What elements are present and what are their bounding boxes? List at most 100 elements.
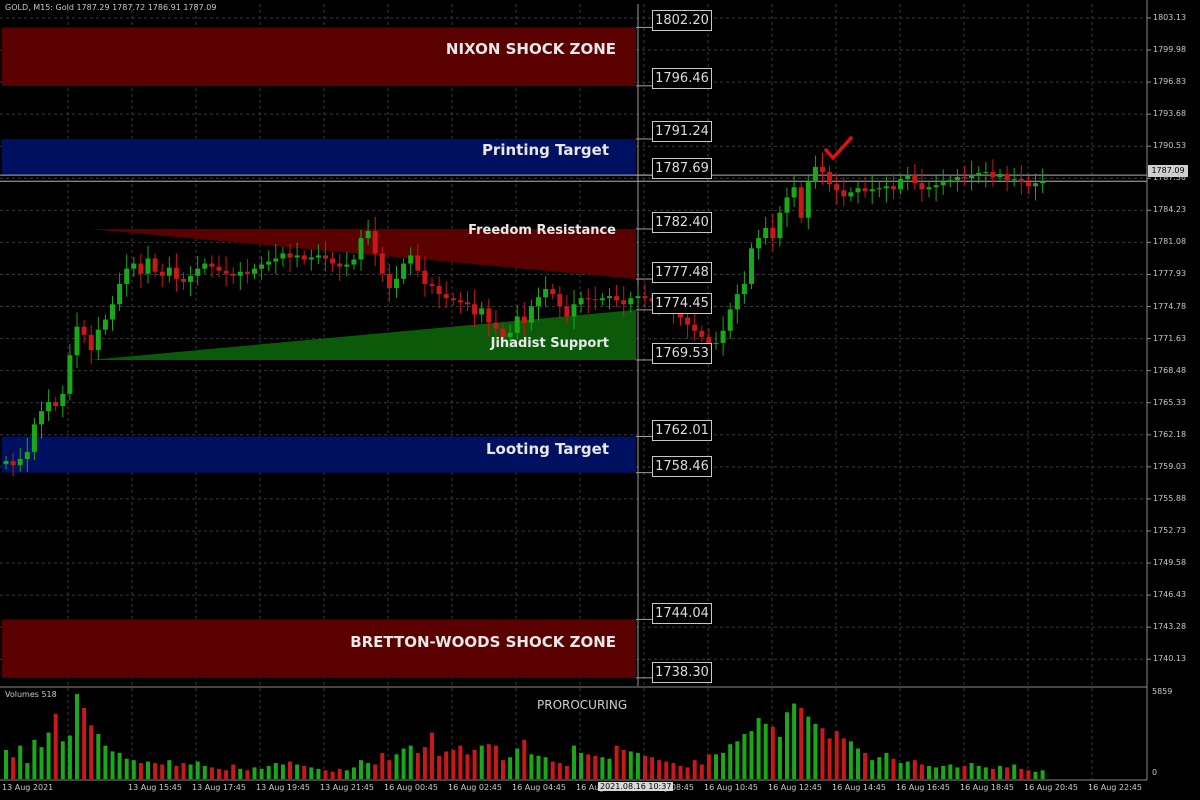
candle-body — [230, 273, 236, 276]
candle-body — [415, 255, 421, 271]
volume-bar — [572, 745, 576, 779]
volume-bar — [479, 745, 484, 779]
y-tick-label: 1768.48 — [1153, 365, 1187, 375]
candle-body — [95, 329, 101, 351]
candle-body — [273, 258, 279, 262]
checkmark-icon — [824, 136, 853, 160]
volume-bar — [415, 752, 420, 779]
volume-bar — [288, 761, 292, 779]
volume-bar — [25, 763, 30, 779]
x-tick-label: 16 Aug 18:45 — [960, 783, 1014, 792]
candle-body — [926, 187, 932, 190]
candle — [422, 256, 428, 297]
candle — [720, 316, 726, 356]
level-label[interactable]: 1802.20 — [652, 10, 712, 31]
candle-body — [749, 248, 754, 284]
volume-bar — [117, 752, 122, 779]
candle — [173, 253, 179, 292]
level-label[interactable]: 1777.48 — [652, 262, 712, 283]
volume-bar — [721, 752, 726, 779]
candle-body — [983, 171, 989, 173]
level-label[interactable]: 1769.53 — [652, 343, 712, 364]
candle-body — [337, 263, 343, 267]
candle — [869, 175, 875, 205]
x-tick-label: 16 Aug 16:45 — [896, 783, 950, 792]
candle — [905, 166, 911, 191]
candle — [969, 160, 975, 191]
level-label[interactable]: 1738.30 — [652, 662, 712, 683]
candle — [95, 317, 101, 360]
candle-body — [159, 271, 165, 276]
volume-bar — [280, 764, 285, 779]
volume-bar — [884, 752, 889, 779]
candle-body — [67, 355, 73, 394]
volume-bar — [46, 732, 51, 779]
candle-body — [450, 298, 456, 301]
candle-body — [635, 296, 641, 299]
candle-body — [962, 177, 967, 179]
candle-body — [528, 306, 534, 323]
candle-body — [202, 263, 208, 269]
candle-body — [323, 255, 328, 259]
y-tick-label: 1755.88 — [1153, 493, 1187, 503]
candle-body — [408, 255, 414, 264]
candle-body — [358, 238, 364, 260]
chart-canvas[interactable] — [0, 0, 1200, 800]
candle-body — [308, 257, 314, 260]
candle — [635, 286, 641, 313]
level-label[interactable]: 1791.24 — [652, 121, 712, 142]
volume-bar — [60, 741, 65, 779]
level-label[interactable]: 1774.45 — [652, 293, 712, 314]
candle-body — [628, 298, 634, 305]
volume-bar — [785, 712, 789, 779]
candle-body — [365, 230, 371, 239]
candle — [805, 173, 811, 229]
candle — [46, 389, 52, 421]
volume-bar — [167, 760, 172, 779]
candle — [798, 182, 804, 223]
volume-bar — [174, 765, 179, 779]
level-label[interactable]: 1796.46 — [652, 68, 712, 89]
volume-bar — [110, 751, 115, 779]
volume-bar — [337, 768, 342, 779]
volume-bar — [600, 757, 605, 779]
level-label[interactable]: 1762.01 — [652, 420, 712, 441]
candle-body — [614, 296, 620, 301]
candle — [536, 287, 541, 321]
chart-window[interactable]: GOLD, M15: Gold 1787.29 1787.72 1786.91 … — [0, 0, 1200, 800]
volume-bar — [380, 752, 385, 779]
volume-bar — [422, 747, 427, 779]
wedge-label-freedom-resistance: Freedom Resistance — [468, 223, 616, 238]
candle-body — [344, 264, 350, 267]
y-tick-label: 1799.98 — [1153, 45, 1187, 54]
level-label[interactable]: 1782.40 — [652, 212, 712, 233]
candle-body — [770, 227, 776, 239]
volume-bar — [238, 768, 243, 779]
candle — [1040, 168, 1046, 193]
y-tick-label: 1752.73 — [1153, 525, 1187, 535]
volume-bar — [586, 754, 591, 779]
volume-bar — [635, 752, 640, 779]
volume-bar — [799, 707, 804, 779]
candle — [841, 177, 847, 207]
candle-body — [181, 278, 186, 282]
level-label[interactable]: 1787.69 — [652, 158, 712, 179]
candle-body — [394, 278, 399, 288]
y-tick-label: 1765.33 — [1153, 397, 1187, 407]
candle-body — [990, 171, 996, 178]
candle-body — [848, 192, 854, 197]
candle-body — [244, 271, 250, 274]
candle-body — [1033, 183, 1038, 187]
candle-body — [805, 182, 811, 218]
x-tick-label: 16 Aug 10:45 — [704, 783, 758, 792]
candle — [692, 311, 698, 341]
candle-body — [1025, 182, 1031, 187]
candle-body — [131, 263, 137, 269]
candle-body — [330, 258, 336, 264]
y-tick-label: 1796.83 — [1153, 77, 1187, 87]
volume-bar — [501, 760, 505, 779]
candle — [791, 174, 797, 208]
level-label[interactable]: 1744.04 — [652, 603, 712, 624]
candle-body — [266, 261, 272, 265]
level-label[interactable]: 1758.46 — [652, 456, 712, 477]
